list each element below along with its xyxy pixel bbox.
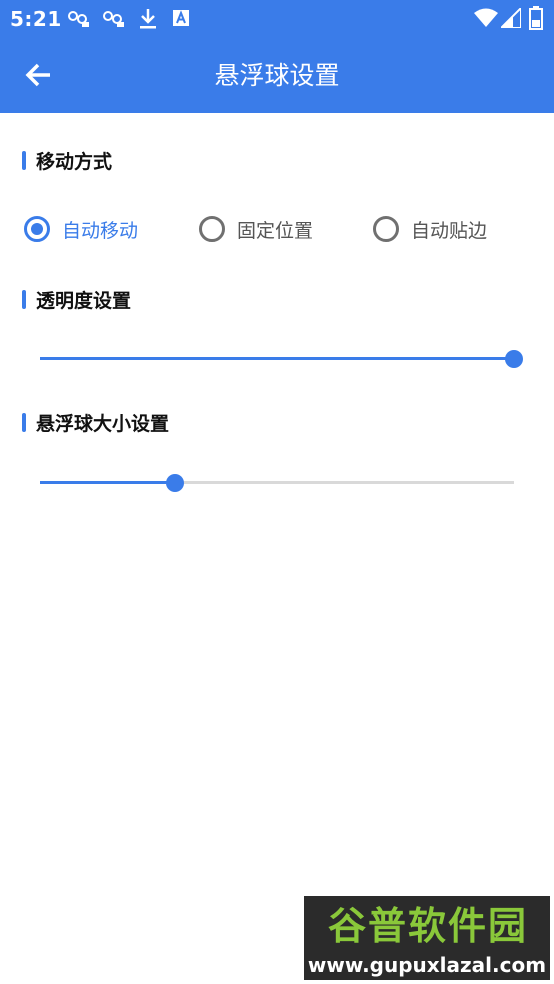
slider-fill: [40, 481, 175, 484]
radio-checked-icon: [24, 216, 50, 242]
section-ball-size: 悬浮球大小设置: [22, 411, 170, 435]
radio-auto-snap-edge[interactable]: 自动贴边: [373, 212, 487, 246]
opacity-slider[interactable]: [40, 349, 523, 369]
section-opacity: 透明度设置: [22, 288, 132, 312]
wifi-icon: [474, 8, 498, 27]
slider-thumb[interactable]: [505, 350, 523, 368]
watermark-logo: 谷普软件园 www.gupuxlazal.com: [304, 896, 550, 980]
ball-size-slider[interactable]: [40, 473, 514, 493]
section-title-opacity: 透明度设置: [36, 289, 132, 312]
accessibility-a-icon: [173, 10, 189, 26]
page-title: 悬浮球设置: [214, 61, 340, 90]
battery-icon: [529, 6, 543, 30]
radio-fixed-position[interactable]: 固定位置: [199, 212, 313, 246]
slider-thumb[interactable]: [166, 474, 184, 492]
radio-label-auto-snap-edge: 自动贴边: [411, 219, 488, 242]
section-title-ball-size: 悬浮球大小设置: [36, 412, 170, 435]
status-time: 5:21: [10, 7, 62, 31]
radio-unchecked-icon: [199, 216, 225, 242]
radio-label-auto-move: 自动移动: [62, 219, 139, 242]
section-move-mode: 移动方式: [22, 149, 113, 173]
app-bar: 5:21 悬浮球设置: [0, 0, 554, 113]
signal-icon: [501, 8, 521, 28]
notification-app-icon: [68, 11, 89, 27]
radio-auto-move[interactable]: 自动移动: [24, 212, 138, 246]
status-bar: 5:21: [0, 0, 554, 38]
slider-fill: [40, 357, 514, 360]
section-accent-bar: [22, 412, 26, 432]
radio-label-fixed-position: 固定位置: [237, 219, 314, 242]
radio-unchecked-icon: [373, 216, 399, 242]
watermark-url: www.gupuxlazal.com: [307, 953, 547, 977]
download-icon: [140, 9, 156, 29]
watermark-logo-text: 谷普软件园: [327, 904, 528, 948]
section-accent-bar: [22, 289, 26, 309]
section-accent-bar: [22, 150, 26, 170]
section-title-move-mode: 移动方式: [36, 150, 113, 173]
notification-app-icon: [103, 11, 124, 27]
